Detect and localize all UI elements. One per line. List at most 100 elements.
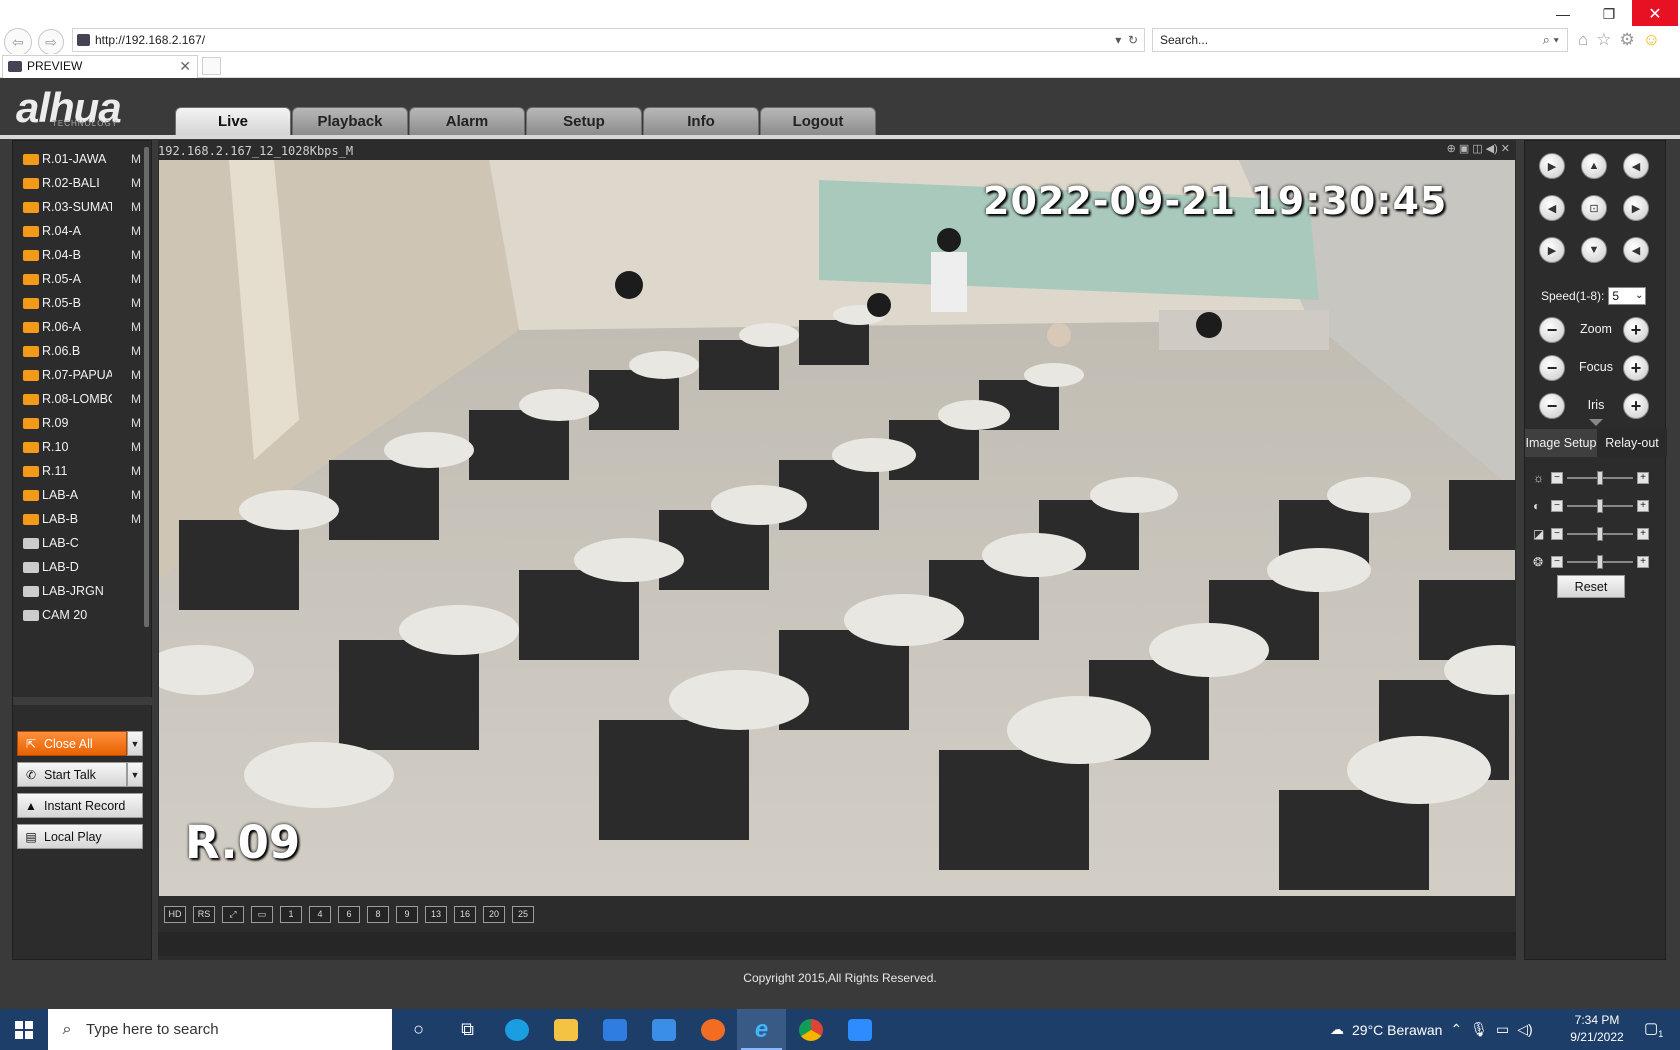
- back-button[interactable]: ⇦: [4, 28, 32, 56]
- ptz-left-button[interactable]: ◀: [1539, 195, 1565, 221]
- channel-stream-mode[interactable]: M: [131, 416, 141, 430]
- start-button[interactable]: [0, 1009, 48, 1050]
- zoom-icon[interactable]: ⊕: [1447, 142, 1456, 155]
- slider-handle[interactable]: [1597, 555, 1603, 569]
- taskbar-search-box[interactable]: ⌕ Type here to search: [48, 1009, 392, 1050]
- layout-button[interactable]: RS: [193, 905, 215, 923]
- channel-item[interactable]: R.05-A M: [17, 267, 151, 291]
- channel-item[interactable]: R.03-SUMATERA M: [17, 195, 151, 219]
- channel-stream-mode[interactable]: M: [131, 200, 141, 214]
- close-window-button[interactable]: ✕: [1632, 0, 1678, 28]
- layout-button[interactable]: 8: [367, 905, 389, 923]
- channel-item[interactable]: R.06-A M: [17, 315, 151, 339]
- iris-minus-button[interactable]: −: [1539, 393, 1565, 419]
- layout-button[interactable]: 1: [280, 905, 302, 923]
- ptz-upright-button[interactable]: ◀: [1623, 153, 1649, 179]
- layout-button[interactable]: 13: [425, 905, 447, 923]
- channel-item[interactable]: CAM 20: [17, 603, 151, 627]
- slider-handle[interactable]: [1597, 471, 1603, 485]
- channel-stream-mode[interactable]: M: [131, 512, 141, 526]
- channel-stream-mode[interactable]: M: [131, 296, 141, 310]
- new-tab-button[interactable]: [202, 57, 221, 75]
- channel-item[interactable]: R.09 M: [17, 411, 151, 435]
- channel-item[interactable]: R.10 M: [17, 435, 151, 459]
- slider-decrease-button[interactable]: −: [1551, 472, 1563, 484]
- audio-icon[interactable]: ◀): [1486, 142, 1498, 155]
- tab-alarm[interactable]: Alarm: [409, 107, 525, 135]
- iris-plus-button[interactable]: +: [1623, 393, 1649, 419]
- channel-stream-mode[interactable]: M: [131, 248, 141, 262]
- zoom-in-button[interactable]: +: [1623, 317, 1649, 343]
- favorites-icon[interactable]: ☆: [1596, 30, 1611, 50]
- channel-item[interactable]: LAB-JRGN: [17, 579, 151, 603]
- start-talk-button[interactable]: ✆ Start Talk: [17, 762, 127, 787]
- close-tab-icon[interactable]: ✕: [179, 56, 191, 77]
- local-play-button[interactable]: ▤ Local Play: [17, 824, 143, 849]
- microphone-icon[interactable]: 🎙: [1470, 1021, 1488, 1038]
- cortana-icon[interactable]: ○: [394, 1009, 443, 1050]
- channel-stream-mode[interactable]: M: [131, 344, 141, 358]
- edge-icon[interactable]: [492, 1009, 541, 1050]
- channel-item[interactable]: LAB-A M: [17, 483, 151, 507]
- channel-item[interactable]: LAB-C: [17, 531, 151, 555]
- instant-record-button[interactable]: ▲ Instant Record: [17, 793, 143, 818]
- store-icon[interactable]: [590, 1009, 639, 1050]
- slider-handle[interactable]: [1597, 499, 1603, 513]
- browser-search-input[interactable]: Search... ⌕ ▾: [1152, 28, 1568, 52]
- taskbar-clock[interactable]: 7:34 PM 9/21/2022: [1560, 1012, 1634, 1046]
- channel-stream-mode[interactable]: M: [131, 464, 141, 478]
- volume-icon[interactable]: ◁): [1517, 1021, 1532, 1038]
- forward-button[interactable]: ⇨: [38, 29, 64, 55]
- close-video-icon[interactable]: ✕: [1501, 142, 1510, 155]
- focus-plus-button[interactable]: +: [1623, 355, 1649, 381]
- tab-logout[interactable]: Logout: [760, 107, 876, 135]
- layout-button[interactable]: ▭: [251, 905, 273, 923]
- start-talk-dropdown[interactable]: ▼: [127, 762, 143, 787]
- speed-select[interactable]: 5 ⌄: [1608, 287, 1647, 305]
- ptz-down-button[interactable]: ▼: [1581, 237, 1607, 263]
- slider-increase-button[interactable]: +: [1637, 556, 1649, 568]
- collapse-ptz-icon[interactable]: [1589, 419, 1603, 426]
- weather-text[interactable]: 29°C Berawan: [1352, 1022, 1442, 1038]
- file-explorer-icon[interactable]: [541, 1009, 590, 1050]
- tray-chevron-up-icon[interactable]: ⌃: [1450, 1021, 1462, 1038]
- mail-icon[interactable]: [639, 1009, 688, 1050]
- search-icon[interactable]: ⌕ ▾: [1543, 29, 1559, 51]
- smiley-feedback-icon[interactable]: ☺: [1643, 30, 1660, 50]
- channel-stream-mode[interactable]: M: [131, 368, 141, 382]
- zoom-out-button[interactable]: −: [1539, 317, 1565, 343]
- channel-item[interactable]: R.04-A M: [17, 219, 151, 243]
- zoom-app-icon[interactable]: [835, 1009, 884, 1050]
- snapshot-icon[interactable]: ▣: [1459, 142, 1469, 155]
- layout-button[interactable]: 16: [454, 905, 476, 923]
- layout-button[interactable]: 4: [309, 905, 331, 923]
- channel-item[interactable]: R.11 M: [17, 459, 151, 483]
- reset-button[interactable]: Reset: [1557, 575, 1625, 598]
- close-all-dropdown[interactable]: ▼: [127, 731, 143, 756]
- channel-stream-mode[interactable]: M: [131, 320, 141, 334]
- ptz-downright-button[interactable]: ◀: [1623, 237, 1649, 263]
- tab-info[interactable]: Info: [643, 107, 759, 135]
- layout-button[interactable]: 6: [338, 905, 360, 923]
- channel-item[interactable]: LAB-D: [17, 555, 151, 579]
- layout-button[interactable]: 20: [483, 905, 505, 923]
- slider-decrease-button[interactable]: −: [1551, 528, 1563, 540]
- slider-decrease-button[interactable]: −: [1551, 500, 1563, 512]
- layout-button[interactable]: HD: [164, 905, 186, 923]
- slider-decrease-button[interactable]: −: [1551, 556, 1563, 568]
- home-icon[interactable]: ⌂: [1578, 30, 1588, 50]
- ptz-up-button[interactable]: ▲: [1581, 153, 1607, 179]
- layout-button[interactable]: ⤢: [222, 905, 244, 923]
- channel-item[interactable]: LAB-B M: [17, 507, 151, 531]
- settings-gear-icon[interactable]: ⚙: [1620, 30, 1635, 50]
- close-all-button[interactable]: ⇱ Close All: [17, 731, 127, 756]
- slider-increase-button[interactable]: +: [1637, 472, 1649, 484]
- channel-stream-mode[interactable]: M: [131, 176, 141, 190]
- tab-image-setup[interactable]: Image Setup: [1525, 429, 1597, 457]
- channel-item[interactable]: R.05-B M: [17, 291, 151, 315]
- slider-increase-button[interactable]: +: [1637, 528, 1649, 540]
- notifications-icon[interactable]: ▢1: [1644, 1019, 1663, 1039]
- task-view-icon[interactable]: ⧉: [443, 1009, 492, 1050]
- layout-button[interactable]: 25: [512, 905, 534, 923]
- slider-increase-button[interactable]: +: [1637, 500, 1649, 512]
